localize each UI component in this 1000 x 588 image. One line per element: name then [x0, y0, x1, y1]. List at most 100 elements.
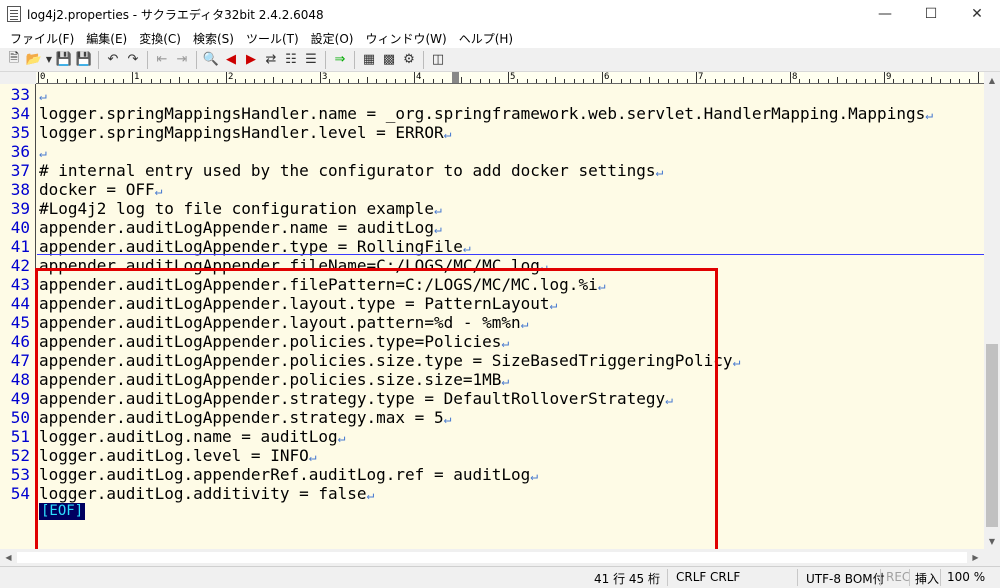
undo-icon[interactable]: ↶ [103, 50, 123, 70]
vertical-scrollbar[interactable]: ▲ ▼ [984, 72, 1000, 549]
code-line[interactable]: appender.auditLogAppender.layout.pattern… [39, 313, 528, 334]
vertical-scroll-thumb[interactable] [986, 344, 998, 527]
search-prev-icon[interactable]: ◀ [221, 50, 241, 70]
ruler-major-tick [132, 72, 133, 83]
code-line[interactable]: logger.auditLog.level = INFO↵ [39, 446, 317, 467]
code-line[interactable]: appender.auditLogAppender.policies.size.… [39, 370, 509, 391]
menu-file[interactable]: ファイル(F) [4, 30, 80, 47]
line-ending-status[interactable]: CRLF [676, 570, 706, 584]
replace-icon[interactable]: ⇄ [261, 50, 281, 70]
close-icon[interactable]: ✕ [954, 0, 1000, 28]
menu-settings[interactable]: 設定(O) [305, 30, 360, 47]
scroll-down-icon[interactable]: ▼ [984, 533, 1000, 549]
window-list-icon[interactable]: ◫ [428, 50, 448, 70]
code-line-text: logger.springMappingsHandler.level = ERR… [39, 123, 444, 142]
ruler-minor-tick [827, 79, 829, 83]
code-line[interactable]: appender.auditLogAppender.policies.size.… [39, 351, 740, 372]
code-line[interactable]: logger.auditLog.appenderRef.auditLog.ref… [39, 465, 538, 486]
rec-status[interactable]: REC [886, 570, 910, 584]
menu-help[interactable]: ヘルプ(H) [453, 30, 519, 47]
minimize-icon[interactable]: — [862, 0, 908, 28]
ruler-minor-tick [75, 79, 77, 83]
zoom-status: 100 % [947, 570, 986, 584]
code-line[interactable]: logger.springMappingsHandler.level = ERR… [39, 123, 451, 144]
encoding-status[interactable]: UTF-8 BOM付 [806, 570, 885, 587]
crlf-mark-icon: ↵ [443, 127, 452, 142]
ruler-major-tick [602, 72, 603, 83]
grep-icon[interactable]: ☷ [281, 50, 301, 70]
code-line-text: appender.auditLogAppender.layout.type = … [39, 294, 550, 313]
insert-mode-status[interactable]: 挿入 [915, 570, 939, 587]
code-line[interactable]: appender.auditLogAppender.strategy.max =… [39, 408, 451, 429]
ruler-minor-tick [66, 79, 68, 83]
dropdown-icon[interactable]: ▼ [44, 50, 54, 70]
ruler-minor-tick [771, 79, 773, 83]
ruler-minor-tick [724, 79, 726, 83]
ruler-minor-tick [122, 79, 124, 83]
code-line[interactable]: appender.auditLogAppender.fileName=C:/LO… [39, 256, 548, 277]
code-line[interactable]: appender.auditLogAppender.layout.type = … [39, 294, 557, 315]
ruler-minor-tick [85, 77, 86, 83]
line-number: 41 [10, 237, 30, 256]
tag-jump-icon[interactable]: ▩ [379, 50, 399, 70]
code-line[interactable]: # internal entry used by the configurato… [39, 161, 663, 182]
line-number: 35 [10, 123, 30, 142]
ruler-minor-tick [573, 79, 575, 83]
menu-convert[interactable]: 変換(C) [133, 30, 187, 47]
code-line[interactable]: appender.auditLogAppender.strategy.type … [39, 389, 673, 410]
ruler-minor-tick [141, 79, 143, 83]
code-line[interactable]: #Log4j2 log to file configuration exampl… [39, 199, 442, 220]
column-ruler: 0 1 2 3 4 5 6 7 8 9 [36, 72, 984, 84]
redo-icon[interactable]: ↷ [123, 50, 143, 70]
code-line[interactable]: logger.auditLog.additivity = false↵ [39, 484, 374, 505]
ruler-minor-tick [592, 79, 594, 83]
function-list-icon[interactable]: ▦ [359, 50, 379, 70]
code-line-text: appender.auditLogAppender.policies.size.… [39, 370, 502, 389]
save-icon[interactable]: 💾 [54, 50, 74, 70]
code-line-text: appender.auditLogAppender.fileName=C:/LO… [39, 256, 540, 275]
search-next-icon[interactable]: ▶ [241, 50, 261, 70]
text-area[interactable]: ↵ logger.springMappingsHandler.name = _or… [37, 84, 984, 549]
horizontal-scrollbar[interactable]: ◀ ▶ [0, 549, 984, 566]
crlf-mark-icon: ↵ [39, 89, 47, 104]
outline-icon[interactable]: ☰ [301, 50, 321, 70]
code-line[interactable]: docker = OFF↵ [39, 180, 162, 201]
menu-search[interactable]: 検索(S) [187, 30, 240, 47]
code-line[interactable]: appender.auditLogAppender.name = auditLo… [39, 218, 442, 239]
code-line[interactable]: appender.auditLogAppender.filePattern=C:… [39, 275, 606, 296]
menu-edit[interactable]: 編集(E) [80, 30, 133, 47]
scroll-left-icon[interactable]: ◀ [0, 549, 17, 566]
new-file-icon[interactable]: 🗎 [4, 50, 24, 70]
ruler-cursor-marker [451, 72, 459, 83]
code-line[interactable]: ↵ [39, 142, 47, 163]
menu-window[interactable]: ウィンドウ(W) [359, 30, 452, 47]
ruler-minor-tick [273, 77, 274, 83]
code-line[interactable]: logger.auditLog.name = auditLog↵ [39, 427, 345, 448]
compare-icon[interactable]: ⇒ [330, 50, 350, 70]
ruler-minor-tick [761, 79, 763, 83]
crlf-mark-icon: ↵ [530, 469, 539, 484]
jump-forward-icon[interactable]: ⇥ [172, 50, 192, 70]
status-separator [909, 569, 910, 586]
ruler-minor-tick [733, 79, 735, 83]
cursor-position[interactable]: 41 行 45 桁 [594, 570, 660, 587]
code-line[interactable]: appender.auditLogAppender.policies.type=… [39, 332, 509, 353]
scroll-up-icon[interactable]: ▲ [984, 72, 1000, 88]
menu-tools[interactable]: ツール(T) [240, 30, 305, 47]
ruler-minor-tick [461, 77, 462, 83]
open-file-icon[interactable]: 📂 [24, 50, 44, 70]
toolbar-separator [354, 50, 355, 69]
horizontal-scroll-thumb[interactable] [17, 552, 967, 563]
ruler-label: 9 [886, 72, 892, 82]
line-ending-status-2[interactable]: CRLF [710, 570, 740, 584]
save-as-icon[interactable]: 💾 [74, 50, 94, 70]
line-number: 33 [10, 85, 30, 104]
jump-back-icon[interactable]: ⇤ [152, 50, 172, 70]
code-line[interactable]: logger.springMappingsHandler.name = _org… [39, 104, 933, 125]
search-icon[interactable]: 🔍 [201, 50, 221, 70]
settings-icon[interactable]: ⚙ [399, 50, 419, 70]
editor-pane[interactable]: 0123456789 33 34 35 36 37 38 39 40 41 42 43 44 45 46 4… [0, 72, 984, 571]
maximize-icon[interactable]: ☐ [908, 0, 954, 28]
scroll-right-icon[interactable]: ▶ [967, 549, 984, 566]
code-line[interactable]: ↵ [39, 85, 47, 106]
